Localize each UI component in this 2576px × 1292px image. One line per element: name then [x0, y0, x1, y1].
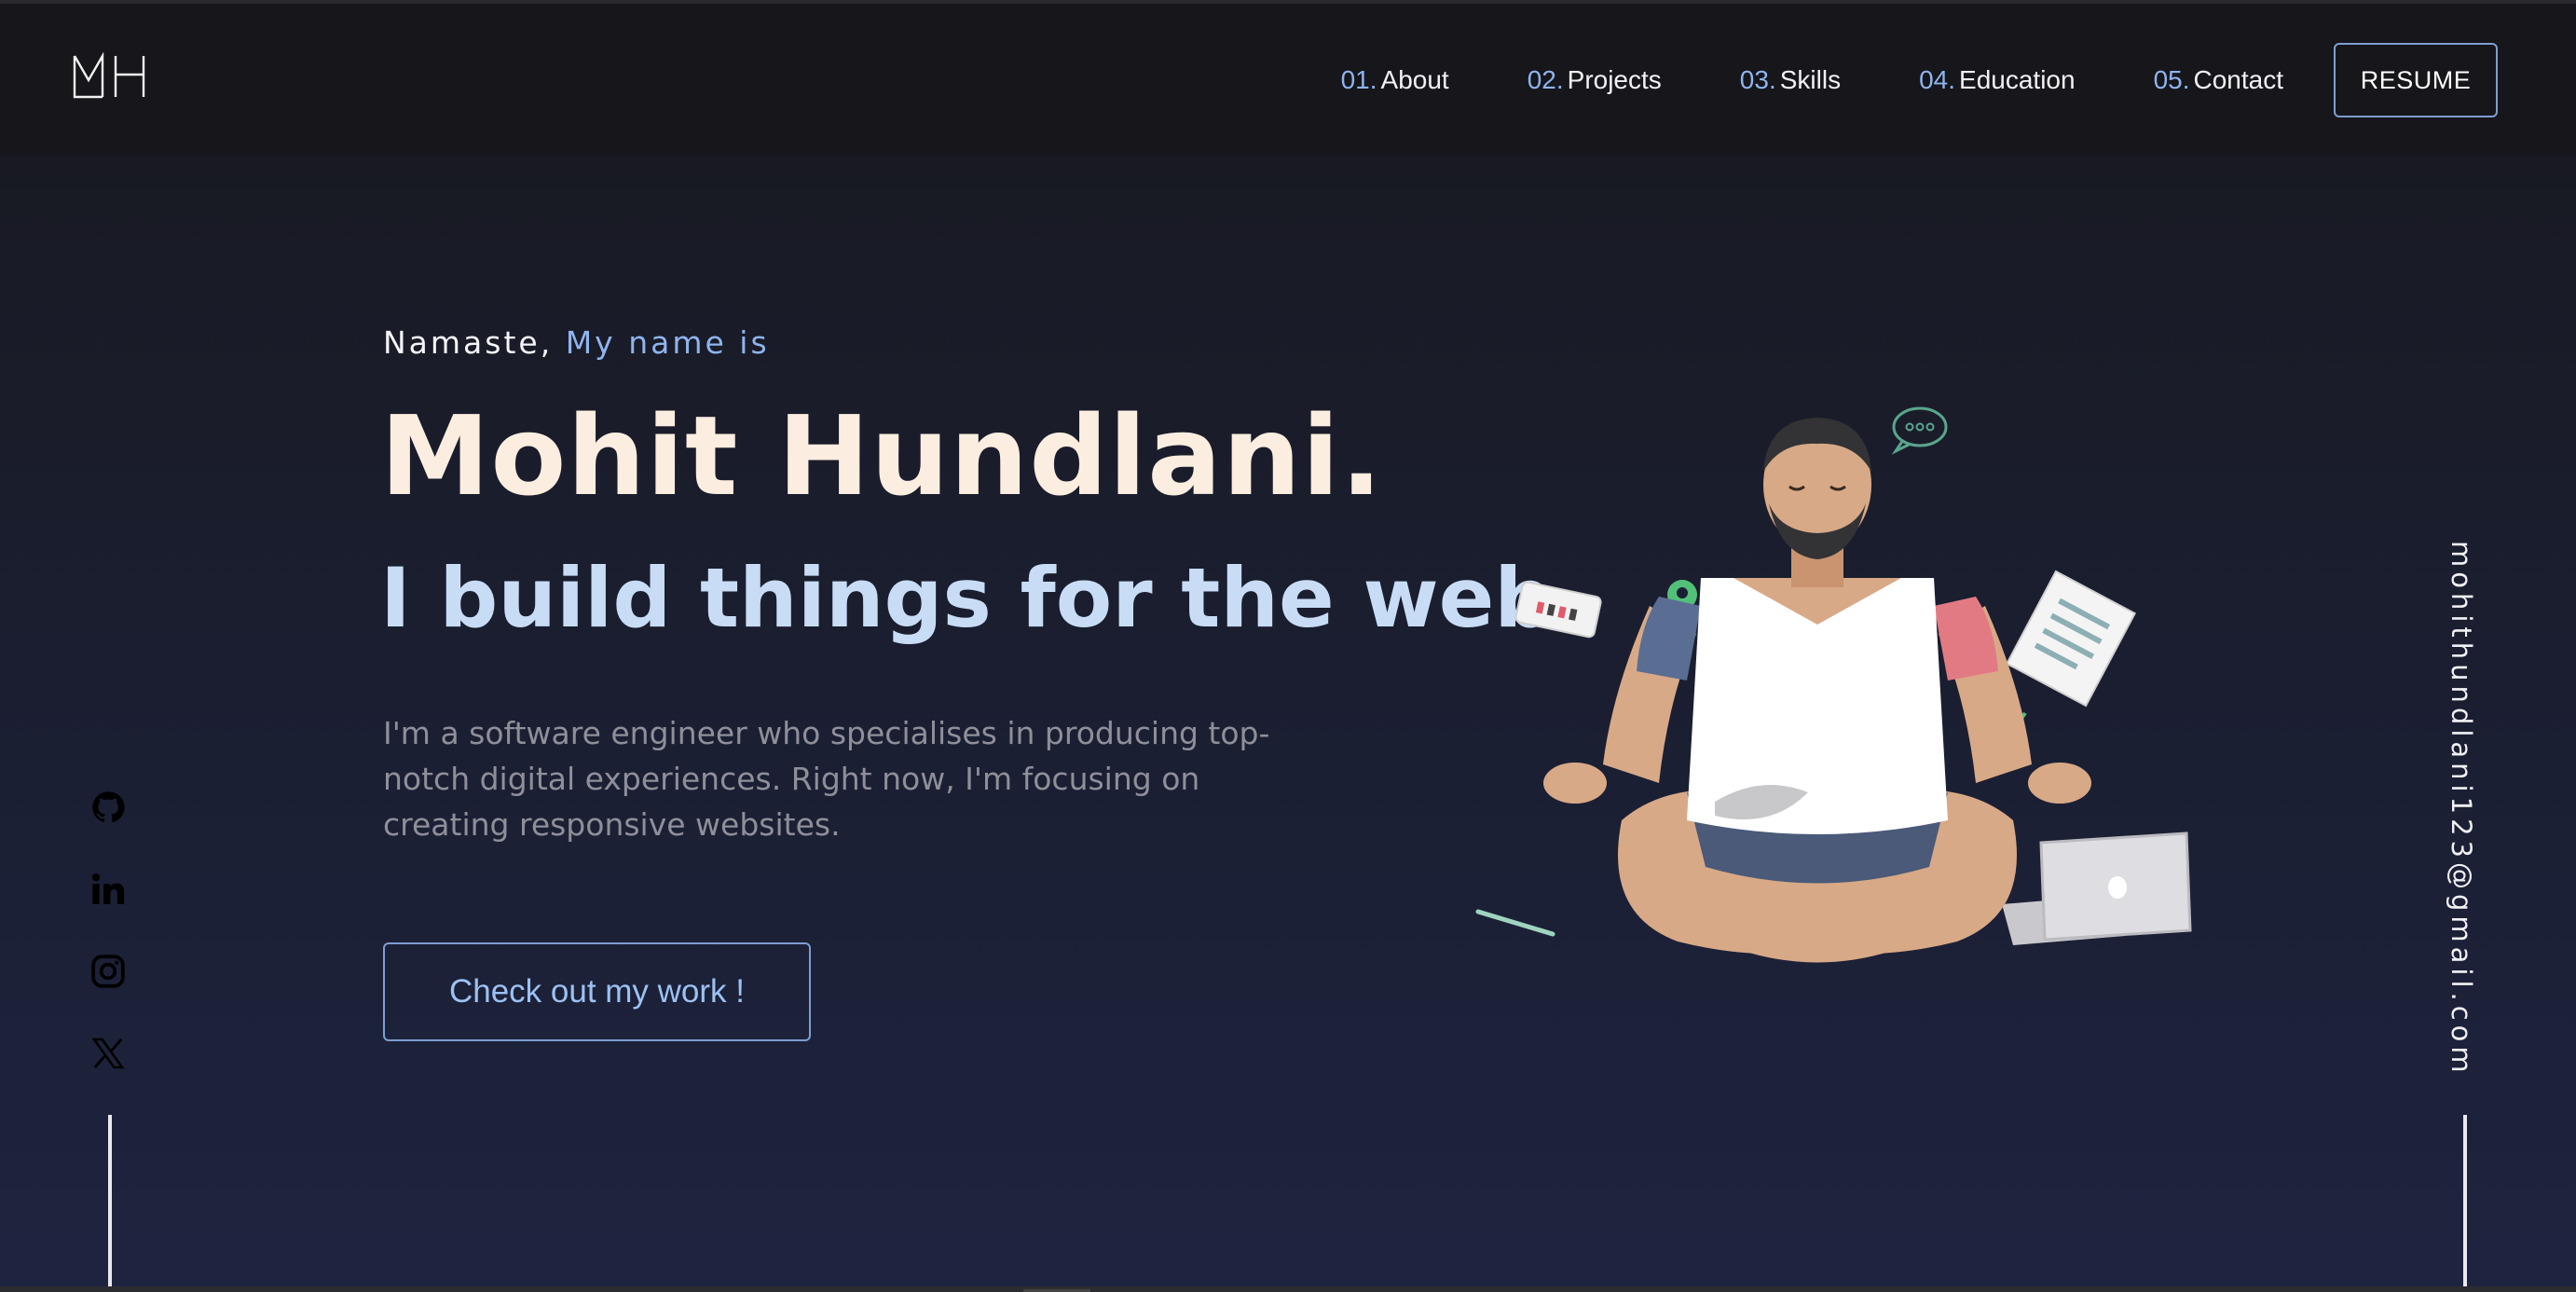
- hero-name: Mohit Hundlani.: [380, 392, 1384, 520]
- nav-number: 03.: [1739, 65, 1776, 94]
- site-header: MH 01. About 02. Projects 03. Skills 04.…: [0, 4, 2576, 155]
- nav-label: Skills: [1779, 65, 1842, 94]
- mh-logo[interactable]: MH: [73, 52, 145, 101]
- github-icon: [92, 791, 125, 823]
- greeting-my-name-is: My name is: [565, 324, 770, 361]
- nav-number: 02.: [1527, 65, 1564, 94]
- nav-number: 05.: [2153, 65, 2190, 94]
- nav-link-skills[interactable]: 03. Skills: [1740, 65, 1841, 95]
- resume-button[interactable]: RESUME: [2334, 43, 2498, 117]
- window-bottom-border: [0, 1286, 2576, 1292]
- meditating-developer-illustration: [1475, 406, 2192, 963]
- nav-label: About: [1380, 65, 1449, 94]
- laptop-icon: [2002, 832, 2192, 945]
- social-divider-line: [108, 1115, 112, 1292]
- instagram-link[interactable]: [84, 947, 132, 996]
- linkedin-icon: [91, 873, 125, 904]
- social-sidebar: [84, 783, 132, 1111]
- github-link[interactable]: [84, 783, 132, 832]
- email-link[interactable]: mohithundlani123@gmail.com: [2446, 541, 2477, 1078]
- meditating-person: [1543, 418, 2091, 963]
- check-out-work-button[interactable]: Check out my work !: [383, 942, 811, 1041]
- nav-label: Projects: [1567, 65, 1662, 94]
- linkedin-link[interactable]: [84, 865, 132, 914]
- nav-number: 04.: [1919, 65, 1956, 94]
- greeting-namaste: Namaste,: [383, 324, 554, 361]
- x-twitter-icon: [91, 1038, 125, 1069]
- nav-label: Education: [1959, 65, 2076, 94]
- nav-link-contact[interactable]: 05. Contact: [2154, 65, 2283, 95]
- hero-bio: I'm a software engineer who specialises …: [383, 715, 1270, 843]
- chat-bubble-icon: [1891, 406, 1948, 455]
- email-divider-line: [2463, 1115, 2467, 1292]
- nav-link-about[interactable]: 01. About: [1341, 65, 1449, 95]
- nav-label: Contact: [2193, 65, 2284, 94]
- nav-link-projects[interactable]: 02. Projects: [1528, 65, 1662, 95]
- floating-device-icon: [1514, 581, 1602, 639]
- nav-number: 01.: [1340, 65, 1377, 94]
- hero-tagline: I build things for the web.: [380, 550, 1584, 646]
- hero-greeting: Namaste, My name is: [383, 324, 770, 361]
- instagram-icon: [91, 955, 125, 988]
- x-twitter-link[interactable]: [84, 1029, 132, 1078]
- nav-link-education[interactable]: 04. Education: [1919, 65, 2075, 95]
- main-nav: 01. About 02. Projects 03. Skills 04. Ed…: [1341, 41, 2576, 119]
- pen-icon: [1475, 909, 1555, 937]
- document-icon: [2005, 570, 2137, 708]
